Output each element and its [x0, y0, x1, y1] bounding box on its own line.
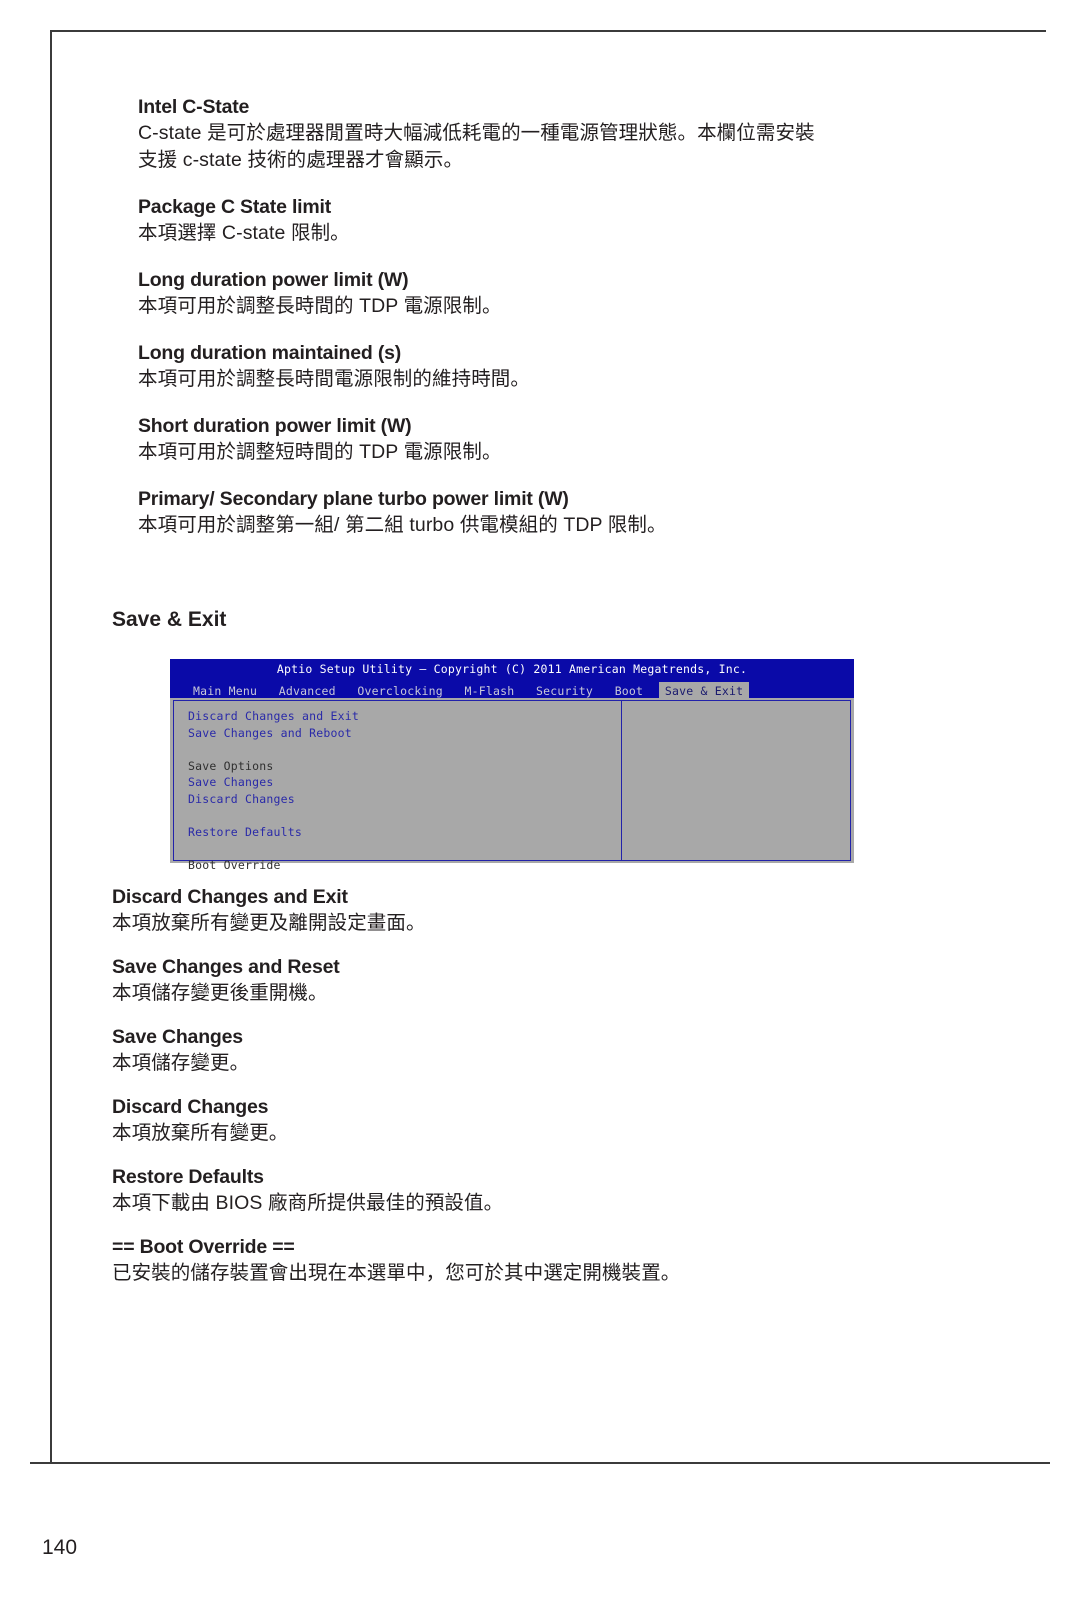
section-body-line: 本項可用於調整長時間的 TDP 電源限制。 [138, 295, 502, 317]
bios-menu-item-discard-changes[interactable]: Discard Changes [188, 791, 608, 808]
bios-help-pane [621, 700, 851, 861]
bios-menu-spacer [188, 741, 608, 758]
section-discard-changes-and-exit: Discard Changes and Exit 本項放棄所有變更及離開設定畫面… [112, 885, 942, 937]
bios-menu-group-boot-override: Boot Override [188, 858, 281, 873]
page-content: Intel C-State C-state 是可於處理器閒置時大幅減低耗電的一種… [112, 95, 942, 1305]
section-body-line: 本項可用於調整短時間的 TDP 電源限制。 [138, 441, 502, 463]
section-title: Long duration maintained (s) [138, 342, 402, 364]
section-short-duration-power-limit: Short duration power limit (W) 本項可用於調整短時… [138, 414, 942, 466]
section-title: Save Changes [112, 1026, 243, 1048]
bios-screenshot-figure: Aptio Setup Utility – Copyright (C) 2011… [170, 659, 854, 872]
section-body-line: 本項儲存變更後重開機。 [112, 982, 328, 1004]
section-body-line: 本項放棄所有變更。 [112, 1122, 289, 1144]
section-save-changes-and-reset: Save Changes and Reset 本項儲存變更後重開機。 [112, 955, 942, 1007]
section-title: Long duration power limit (W) [138, 269, 409, 291]
bios-titlebar: Aptio Setup Utility – Copyright (C) 2011… [170, 659, 854, 680]
bios-menu-item-restore-defaults[interactable]: Restore Defaults [188, 824, 608, 841]
bios-menu-item-save-changes[interactable]: Save Changes [188, 774, 608, 791]
section-body-line: 本項可用於調整第一組/ 第二組 turbo 供電模組的 TDP 限制。 [138, 514, 667, 536]
section-restore-defaults: Restore Defaults 本項下載由 BIOS 廠商所提供最佳的預設值。 [112, 1165, 942, 1217]
page-title: Save & Exit [112, 608, 227, 631]
page-border-top [50, 30, 1046, 32]
page-border-bottom [30, 1462, 1050, 1464]
section-primary-secondary-plane-turbo: Primary/ Secondary plane turbo power lim… [138, 487, 942, 539]
section-body-line: 已安裝的儲存裝置會出現在本選單中，您可於其中選定開機裝置。 [112, 1262, 681, 1284]
section-title: Primary/ Secondary plane turbo power lim… [138, 488, 569, 510]
document-page: Intel C-State C-state 是可於處理器閒置時大幅減低耗電的一種… [0, 0, 1080, 1620]
bios-menu-item-discard-changes-and-exit[interactable]: Discard Changes and Exit [188, 708, 608, 725]
bios-title-text: Aptio Setup Utility – Copyright (C) 2011… [276, 662, 748, 676]
section-body-line: 本項可用於調整長時間電源限制的維持時間。 [138, 368, 531, 390]
section-title: Intel C-State [138, 96, 250, 118]
section-long-duration-power-limit: Long duration power limit (W) 本項可用於調整長時間… [138, 268, 942, 320]
section-save-changes: Save Changes 本項儲存變更。 [112, 1025, 942, 1077]
bios-body: Discard Changes and Exit Save Changes an… [170, 698, 854, 872]
bios-menu-list: Discard Changes and Exit Save Changes an… [188, 708, 608, 874]
section-title: Restore Defaults [112, 1166, 264, 1188]
bios-menu-group-save-options: Save Options [188, 758, 274, 773]
section-intel-c-state: Intel C-State C-state 是可於處理器閒置時大幅減低耗電的一種… [138, 95, 942, 174]
section-body-line: C-state 是可於處理器閒置時大幅減低耗電的一種電源管理狀態。本欄位需安裝 [138, 122, 815, 144]
bios-menu-item-save-changes-and-reboot[interactable]: Save Changes and Reboot [188, 725, 608, 742]
section-boot-override: == Boot Override == 已安裝的儲存裝置會出現在本選單中，您可於… [112, 1235, 942, 1287]
bios-menu-spacer [188, 808, 608, 825]
page-border-left [50, 30, 52, 1462]
section-title: Short duration power limit (W) [138, 415, 412, 437]
section-body-line: 本項儲存變更。 [112, 1052, 250, 1074]
section-long-duration-maintained: Long duration maintained (s) 本項可用於調整長時間電… [138, 341, 942, 393]
section-body-line: 本項選擇 C-state 限制。 [138, 222, 350, 244]
page-number: 140 [42, 1536, 78, 1559]
section-body-line: 支援 c-state 技術的處理器才會顯示。 [138, 149, 464, 171]
section-title: == Boot Override == [112, 1236, 295, 1258]
section-body-line: 本項下載由 BIOS 廠商所提供最佳的預設值。 [112, 1192, 504, 1214]
section-discard-changes: Discard Changes 本項放棄所有變更。 [112, 1095, 942, 1147]
section-package-c-state-limit: Package C State limit 本項選擇 C-state 限制。 [138, 195, 942, 247]
section-body-line: 本項放棄所有變更及離開設定畫面。 [112, 912, 426, 934]
bios-menu-spacer [188, 841, 608, 858]
section-title: Discard Changes and Exit [112, 886, 348, 908]
section-title: Package C State limit [138, 196, 332, 218]
bios-menu-tabbar: Main Menu Advanced Overclocking M-Flash … [170, 680, 854, 700]
section-title: Save Changes and Reset [112, 956, 340, 978]
section-title: Discard Changes [112, 1096, 269, 1118]
